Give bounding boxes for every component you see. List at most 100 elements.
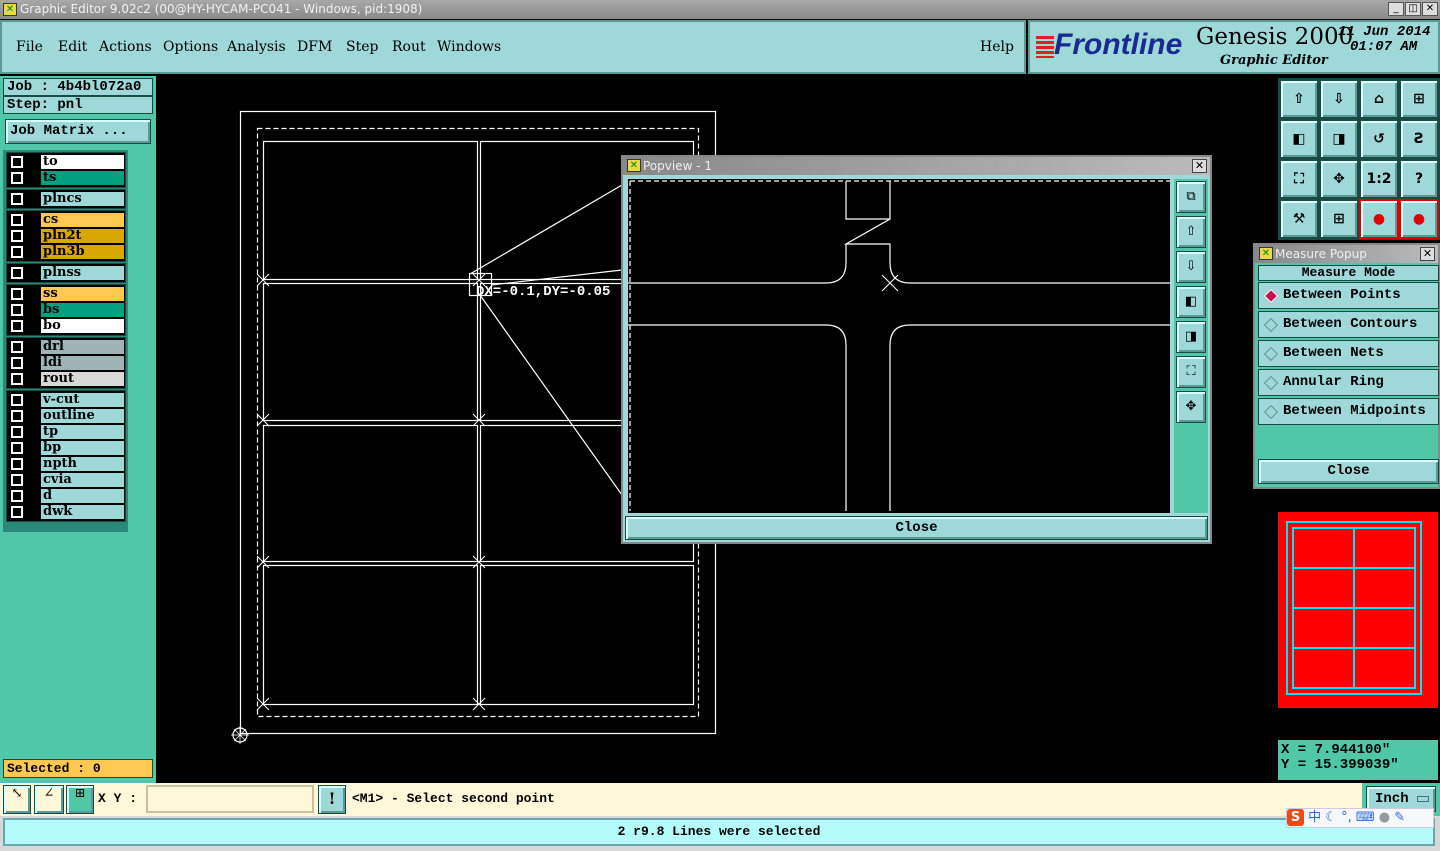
menu-analysis[interactable]: Analysis <box>227 39 286 55</box>
layer-row-tp[interactable]: tp <box>7 424 127 440</box>
layer-row-ss[interactable]: ss <box>7 286 127 302</box>
layer-checkbox[interactable] <box>11 357 23 369</box>
help-icon[interactable]: ? <box>1399 159 1439 199</box>
radio-icon[interactable] <box>1263 288 1279 304</box>
menu-edit[interactable]: Edit <box>58 39 87 55</box>
layer-name[interactable]: ldi <box>41 356 124 370</box>
layer-row-bp[interactable]: bp <box>7 440 127 456</box>
popview-close-button[interactable]: Close <box>625 516 1208 540</box>
measure-option[interactable]: Annular Ring <box>1258 369 1439 396</box>
layer-checkbox[interactable] <box>11 172 23 184</box>
home-icon[interactable]: ⌂ <box>1359 79 1399 119</box>
layer-row-npth[interactable]: npth <box>7 456 127 472</box>
layer-row-v-cut[interactable]: v-cut <box>7 392 127 408</box>
fit-center-icon[interactable]: ✥ <box>1319 159 1359 199</box>
layer-row-cs[interactable]: cs <box>7 212 127 228</box>
popview-pan-right-icon[interactable]: ◨ <box>1176 321 1206 353</box>
layer-name[interactable]: v-cut <box>41 393 124 407</box>
layer-name[interactable]: bs <box>41 303 124 317</box>
scale-icon[interactable]: 1:2 <box>1359 159 1399 199</box>
layer-row-bs[interactable]: bs <box>7 302 127 318</box>
layer-row-rout[interactable]: rout <box>7 371 127 387</box>
layer-name[interactable]: bo <box>41 319 124 333</box>
snap-grid-icon[interactable]: ⊞ <box>66 785 94 814</box>
layer-checkbox[interactable] <box>11 490 23 502</box>
net-black-icon[interactable]: ● <box>1399 199 1439 239</box>
layer-name[interactable]: cs <box>41 213 124 227</box>
layer-name[interactable]: pln2t <box>41 229 124 243</box>
layer-checkbox[interactable] <box>11 426 23 438</box>
layer-row-cvia[interactable]: cvia <box>7 472 127 488</box>
popview-center-icon[interactable]: ✥ <box>1176 391 1206 423</box>
layer-name[interactable]: bp <box>41 441 124 455</box>
layer-row-drl[interactable]: drl <box>7 339 127 355</box>
zoom-in-icon[interactable]: ⇧ <box>1279 79 1319 119</box>
undo-view-icon[interactable]: ↺ <box>1359 119 1399 159</box>
layer-checkbox[interactable] <box>11 304 23 316</box>
wrench-icon[interactable]: ✎ <box>1394 810 1405 825</box>
popview-zoom-out-icon[interactable]: ⇩ <box>1176 251 1206 283</box>
moon-icon[interactable]: ☾ <box>1325 810 1337 825</box>
menu-actions[interactable]: Actions <box>99 39 152 55</box>
menu-step[interactable]: Step <box>346 39 378 55</box>
measure-icon[interactable]: ⤡ <box>3 785 31 814</box>
layer-checkbox[interactable] <box>11 373 23 385</box>
layer-row-plncs[interactable]: plncs <box>7 191 127 207</box>
layer-name[interactable]: ss <box>41 287 124 301</box>
layer-name[interactable]: plncs <box>41 192 124 206</box>
layer-name[interactable]: ts <box>41 171 124 185</box>
menu-rout[interactable]: Rout <box>392 39 426 55</box>
layer-checkbox[interactable] <box>11 267 23 279</box>
layer-checkbox[interactable] <box>11 288 23 300</box>
menu-help[interactable]: Help <box>980 39 1014 55</box>
layer-name[interactable]: npth <box>41 457 124 471</box>
layer-checkbox[interactable] <box>11 214 23 226</box>
layer-name[interactable]: plnss <box>41 266 124 280</box>
minimize-button[interactable]: _ <box>1388 2 1404 16</box>
ime-language[interactable]: 中 <box>1308 810 1321 825</box>
layer-list-scrollbar[interactable] <box>127 150 154 532</box>
measure-title-bar[interactable]: ✕ Measure Popup ✕ <box>1255 245 1438 263</box>
layer-row-plnss[interactable]: plnss <box>7 265 127 281</box>
net-red-icon[interactable]: ● <box>1359 199 1399 239</box>
snap-icon[interactable]: Ƨ <box>1399 119 1439 159</box>
overview-minimap[interactable] <box>1278 490 1438 740</box>
layer-checkbox[interactable] <box>11 320 23 332</box>
menu-options[interactable]: Options <box>163 39 218 55</box>
layer-checkbox[interactable] <box>11 458 23 470</box>
restore-button[interactable]: ◫ <box>1405 2 1421 16</box>
sogou-icon[interactable]: S <box>1287 809 1304 826</box>
menu-windows[interactable]: Windows <box>437 39 501 55</box>
layer-name[interactable]: dwk <box>41 505 124 519</box>
measure-option[interactable]: Between Midpoints <box>1258 398 1439 425</box>
layer-row-pln2t[interactable]: pln2t <box>7 228 127 244</box>
layer-name[interactable]: drl <box>41 340 124 354</box>
menu-file[interactable]: File <box>16 39 43 55</box>
keyboard-icon[interactable]: ⌨ <box>1356 810 1375 825</box>
measure-option[interactable]: Between Contours <box>1258 311 1439 338</box>
multi-view-icon[interactable]: ⊞ <box>1319 199 1359 239</box>
ime-toolbar[interactable]: S 中 ☾ °, ⌨ ● ✎ <box>1286 808 1434 828</box>
popview-pan-left-icon[interactable]: ◧ <box>1176 286 1206 318</box>
layer-row-ts[interactable]: ts <box>7 170 127 186</box>
measure-option[interactable]: Between Nets <box>1258 340 1439 367</box>
popview-zoom-icon[interactable]: ⧉ <box>1176 181 1206 213</box>
layer-name[interactable]: outline <box>41 409 124 423</box>
pan-left-icon[interactable]: ◧ <box>1279 119 1319 159</box>
layer-checkbox[interactable] <box>11 193 23 205</box>
layer-row-d[interactable]: d <box>7 488 127 504</box>
layer-checkbox[interactable] <box>11 506 23 518</box>
layer-name[interactable]: pln3b <box>41 245 124 259</box>
xy-input[interactable] <box>146 785 314 813</box>
layer-row-pln3b[interactable]: pln3b <box>7 244 127 260</box>
layer-checkbox[interactable] <box>11 442 23 454</box>
layer-checkbox[interactable] <box>11 410 23 422</box>
alert-button[interactable]: ! <box>318 785 346 814</box>
layer-row-bo[interactable]: bo <box>7 318 127 334</box>
layer-row-ldi[interactable]: ldi <box>7 355 127 371</box>
layer-row-dwk[interactable]: dwk <box>7 504 127 520</box>
measure-close-icon[interactable]: ✕ <box>1420 247 1435 261</box>
grid-xy-icon[interactable]: ⊞ <box>1399 79 1439 119</box>
measure-option[interactable]: Between Points <box>1258 282 1439 309</box>
layer-row-outline[interactable]: outline <box>7 408 127 424</box>
